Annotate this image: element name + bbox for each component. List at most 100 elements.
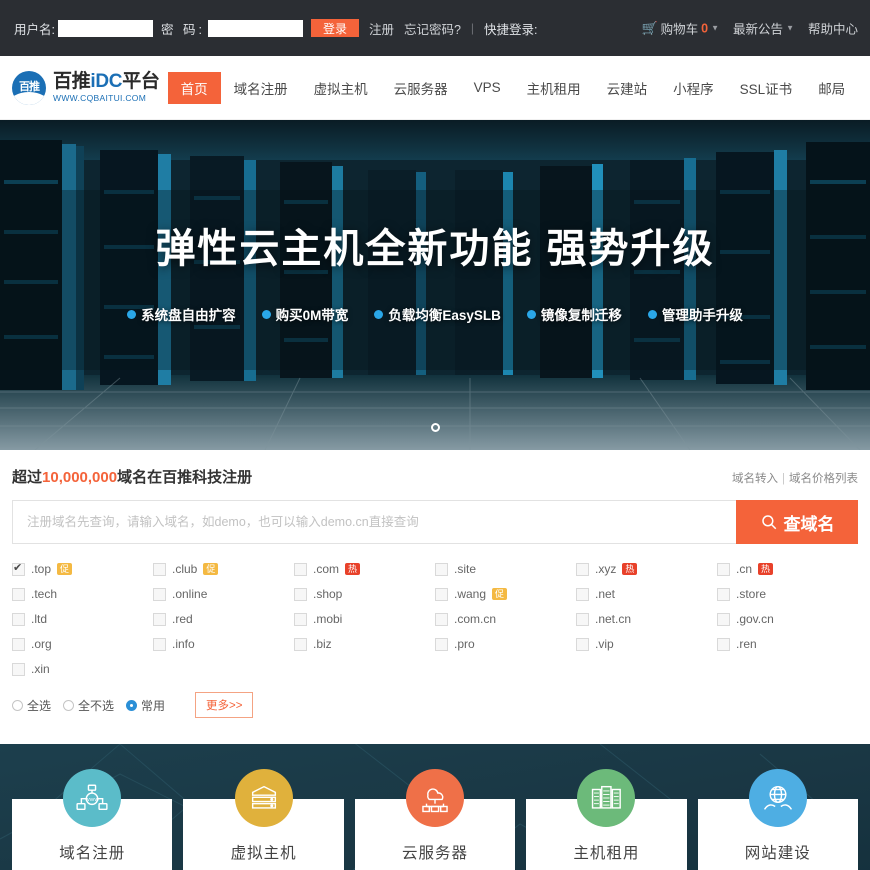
tld-option-info[interactable]: .info [153,637,294,651]
tld-option-wang[interactable]: .wang 促 [435,587,576,601]
checkbox-icon[interactable] [435,612,448,626]
tld-option-club[interactable]: .club 促 [153,562,294,576]
nav-item-0[interactable]: 首页 [167,71,221,104]
checkbox-icon[interactable] [576,562,589,576]
tld-selection-options: 全选 全不选 常用 更多>> [12,692,858,718]
tld-option-shop[interactable]: .shop [294,587,435,601]
service-card-1[interactable]: 虚拟主机99 [183,769,344,870]
checkbox-icon[interactable] [717,637,730,651]
password-input[interactable] [207,19,303,37]
tld-option-cn[interactable]: .cn 热 [717,562,858,576]
checkbox-icon[interactable] [12,587,25,601]
select-common-radio[interactable]: 常用 [126,697,165,714]
tld-option-ltd[interactable]: .ltd [12,612,153,626]
checkbox-icon[interactable] [12,612,25,626]
tld-label: .xyz [595,562,617,576]
tld-option-org[interactable]: .org [12,637,153,651]
tld-option-comcn[interactable]: .com.cn [435,612,576,626]
cart-link[interactable]: 🛒 购物车 0 ▼ [641,19,719,38]
checkbox-icon[interactable] [153,612,166,626]
nav-item-2[interactable]: 虚拟主机 [301,72,381,104]
tld-option-online[interactable]: .online [153,587,294,601]
nav-item-1[interactable]: 域名注册 [221,72,301,104]
checkbox-icon[interactable] [12,662,25,676]
tld-option-netcn[interactable]: .net.cn [576,612,717,626]
help-center-link[interactable]: 帮助中心 [808,19,858,38]
search-icon [761,515,776,530]
nav-item-4[interactable]: VPS [461,74,514,101]
tld-option-mobi[interactable]: .mobi [294,612,435,626]
tld-option-pro[interactable]: .pro [435,637,576,651]
logo-title-idc: iDC [90,71,123,93]
tld-option-red[interactable]: .red [153,612,294,626]
tld-option-tech[interactable]: .tech [12,587,153,601]
nav-item-7[interactable]: 小程序 [660,72,727,104]
checkbox-icon[interactable] [294,637,307,651]
select-all-radio[interactable]: 全选 [12,697,51,714]
tld-option-xyz[interactable]: .xyz 热 [576,562,717,576]
checkbox-icon[interactable] [576,587,589,601]
domain-search-button[interactable]: 查域名 [736,500,858,544]
domain-utility-links: 域名转入 | 域名价格列表 [732,470,858,486]
checkbox-icon[interactable] [435,637,448,651]
nav-item-3[interactable]: 云服务器 [381,72,461,104]
service-card-3[interactable]: 主机租用199 [526,769,687,870]
checkbox-icon[interactable] [576,637,589,651]
service-card-4[interactable]: 网站建设999 [697,769,858,870]
checkbox-icon[interactable] [153,587,166,601]
domain-search-input[interactable] [12,500,736,544]
announcement-link[interactable]: 最新公告 ▼ [733,19,794,38]
tld-badge: 促 [492,587,508,601]
help-center-label: 帮助中心 [807,22,858,37]
domain-transfer-link[interactable]: 域名转入 [732,473,778,485]
tld-label: .net [595,587,616,601]
cart-count: 0 [701,21,709,35]
checkbox-icon[interactable] [576,612,589,626]
register-link[interactable]: 注册 [369,19,394,38]
checkbox-icon[interactable] [12,637,25,651]
tld-label: .ltd [31,612,48,626]
checkbox-icon[interactable] [153,562,166,576]
tld-badge: 促 [203,562,219,576]
tld-option-xin[interactable]: .xin [12,662,153,676]
tld-option-site[interactable]: .site [435,562,576,576]
checkbox-icon[interactable] [294,587,307,601]
globe-www-icon: WWW [63,769,122,827]
nav-item-9[interactable]: 邮局 [805,72,858,104]
checkbox-icon[interactable] [717,562,730,576]
nav-item-5[interactable]: 主机租用 [514,72,594,104]
tld-option-ren[interactable]: .ren [717,637,858,651]
nav-item-10[interactable]: 云虚机 [858,72,870,104]
title-suffix: 域名在百推科技注册 [117,469,253,486]
select-none-radio[interactable]: 全不选 [63,697,114,714]
service-card-2[interactable]: 云服务器49 [354,769,516,870]
more-tlds-button[interactable]: 更多>> [195,692,254,718]
domain-pricelist-link[interactable]: 域名价格列表 [789,473,858,485]
username-input[interactable] [57,19,153,37]
tld-option-govcn[interactable]: .gov.cn [717,612,858,626]
banner-pagination-dot[interactable] [430,423,440,432]
tld-option-vip[interactable]: .vip [576,637,717,651]
hero-banner[interactable]: 弹性云主机全新功能 强势升级 系统盘自由扩容 购买0M带宽 负载均衡EasySLB 镜… [0,120,870,450]
banner-feature-label: 购买0M带宽 [275,308,349,323]
tld-option-com[interactable]: .com 热 [294,562,435,576]
nav-item-6[interactable]: 云建站 [594,72,661,104]
tld-option-net[interactable]: .net [576,587,717,601]
tld-option-top[interactable]: .top 促 [12,561,153,576]
checkbox-icon[interactable] [435,587,448,601]
forgot-password-link[interactable]: 忘记密码? [404,19,461,38]
service-card-0[interactable]: WWW域名注册5 [12,769,173,870]
login-button[interactable]: 登录 [310,19,359,37]
banner-feature-2: 负载均衡EasySLB [374,304,501,324]
checkbox-icon[interactable] [153,637,166,651]
tld-option-biz[interactable]: .biz [294,637,435,651]
checkbox-icon[interactable] [435,562,448,576]
tld-option-store[interactable]: .store [717,587,858,601]
checkbox-icon[interactable] [294,562,307,576]
site-logo[interactable]: 百推 百推iDC平台 WWW.CQBAITUI.COM [12,70,160,105]
checkbox-icon[interactable] [717,612,730,626]
nav-item-8[interactable]: SSL证书 [727,72,806,104]
checkbox-icon[interactable] [717,587,730,601]
checkbox-icon[interactable] [12,561,25,576]
checkbox-icon[interactable] [294,612,307,626]
